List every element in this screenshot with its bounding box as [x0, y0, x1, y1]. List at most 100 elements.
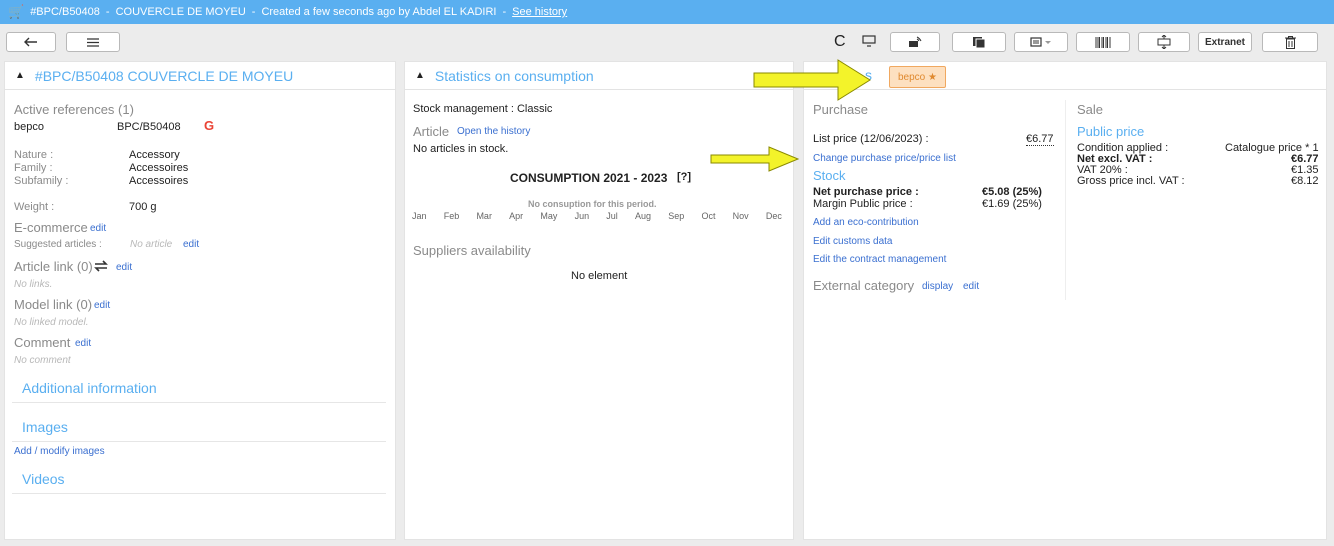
family-value: Accessoires	[129, 162, 189, 174]
list-button[interactable]	[66, 32, 120, 52]
supplier-badge[interactable]: bepco ★	[889, 66, 946, 88]
title-bar: 🛒 #BPC/B50408 - COUVERCLE DE MOYEU - Cre…	[0, 0, 1334, 24]
see-history-link[interactable]: See history	[512, 6, 567, 18]
additional-info-title[interactable]: Additional information	[22, 380, 157, 396]
divider	[12, 441, 386, 442]
back-button[interactable]	[6, 32, 56, 52]
back-arrow-icon	[24, 37, 38, 47]
model-link-edit-link[interactable]: edit	[94, 300, 110, 311]
consumption-title: CONSUMPTION 2021 - 2023	[510, 171, 668, 185]
margin-value: €1.69 (25%)	[982, 198, 1042, 210]
months-axis: Jan Feb Mar Apr May Jun Jul Aug Sep Oct …	[412, 211, 782, 221]
month-label: Oct	[701, 211, 716, 221]
suggested-edit-link[interactable]: edit	[183, 239, 199, 250]
weight-value: 700 g	[129, 201, 157, 213]
stock-title: Stock	[813, 168, 846, 183]
model-link-title: Model link (0)	[14, 297, 93, 312]
family-label: Family :	[14, 162, 53, 174]
article-header[interactable]: ▲ #BPC/B50408 COUVERCLE DE MOYEU	[5, 62, 395, 90]
suggested-value: No article	[130, 239, 173, 250]
monitor-icon[interactable]	[862, 35, 876, 50]
videos-title[interactable]: Videos	[22, 471, 65, 487]
month-label: Dec	[765, 211, 782, 221]
title-ref: #BPC/B50408	[30, 6, 100, 18]
list-icon	[87, 37, 99, 47]
purchase-title: Purchase	[813, 102, 868, 117]
list-price-label: List price (12/06/2023) :	[813, 133, 929, 145]
divider	[12, 402, 386, 403]
weight-label: Weight :	[14, 201, 55, 213]
google-icon[interactable]: G	[204, 118, 214, 133]
ref-supplier: bepco	[14, 121, 44, 133]
month-label: Feb	[443, 211, 460, 221]
margin-label: Margin Public price :	[813, 198, 913, 210]
customs-data-link[interactable]: Edit customs data	[813, 236, 892, 247]
no-comment-text: No comment	[14, 355, 71, 366]
divider	[12, 493, 386, 494]
transfer-icon	[908, 36, 922, 48]
cart-icon: 🛒	[8, 4, 25, 19]
month-label: Mar	[476, 211, 492, 221]
consumption-help[interactable]: [?]	[677, 171, 691, 183]
suggested-label: Suggested articles :	[14, 239, 102, 250]
eco-contribution-link[interactable]: Add an eco-contribution	[813, 217, 919, 228]
month-label: Apr	[509, 211, 524, 221]
refresh-icon[interactable]: C	[834, 33, 846, 51]
barcode-button[interactable]	[1076, 32, 1130, 52]
month-label: Aug	[635, 211, 652, 221]
net-purchase-label: Net purchase price :	[813, 186, 919, 198]
contract-management-link[interactable]: Edit the contract management	[813, 254, 946, 265]
barcode-icon	[1095, 36, 1111, 48]
duplicate-button[interactable]	[952, 32, 1006, 52]
extranet-button[interactable]: Extranet	[1198, 32, 1252, 52]
external-display-link[interactable]: display	[922, 281, 953, 292]
copy-icon	[972, 36, 986, 49]
external-category-title: External category	[813, 278, 915, 293]
month-label: Jul	[606, 211, 618, 221]
net-purchase-value: €5.08 (25%)	[982, 186, 1042, 198]
no-consumption-text: No consuption for this period.	[528, 199, 657, 209]
change-price-link[interactable]: Change purchase price/price list	[813, 153, 956, 164]
statistics-title: Statistics on consumption	[434, 67, 594, 84]
no-model-text: No linked model.	[14, 317, 89, 328]
highlight-arrow-icon	[753, 59, 871, 101]
collapse-triangle-icon[interactable]: ▲	[15, 70, 25, 81]
statistics-header[interactable]: ▲ Statistics on consumption	[405, 62, 793, 90]
pricing-header	[804, 62, 1326, 90]
title-sep: -	[105, 6, 110, 18]
collapse-triangle-icon[interactable]: ▲	[415, 70, 425, 81]
no-articles-text: No articles in stock.	[413, 143, 509, 155]
subfamily-label: Subfamily :	[14, 175, 69, 187]
title-sep: -	[251, 6, 256, 18]
month-label: Sep	[668, 211, 685, 221]
delete-button[interactable]	[1262, 32, 1318, 52]
no-element-text: No element	[571, 270, 628, 282]
ecommerce-edit-link[interactable]: edit	[90, 223, 106, 234]
ref-code: BPC/B50408	[117, 121, 181, 133]
external-edit-link[interactable]: edit	[963, 281, 979, 292]
list-price-value[interactable]: €6.77	[1026, 133, 1054, 146]
transfer-button[interactable]	[890, 32, 940, 52]
open-history-link[interactable]: Open the history	[457, 126, 530, 137]
dimensions-icon	[1157, 35, 1171, 49]
sale-title: Sale	[1077, 102, 1104, 117]
nature-label: Nature :	[14, 149, 54, 161]
month-label: Jun	[574, 211, 590, 221]
trash-icon	[1284, 35, 1296, 49]
month-label: May	[540, 211, 558, 221]
article-link-edit-link[interactable]: edit	[116, 262, 132, 273]
comment-edit-link[interactable]: edit	[75, 338, 91, 349]
gross-price-label: Gross price incl. VAT :	[1077, 175, 1185, 187]
ecommerce-title: E-commerce	[14, 220, 88, 235]
dimensions-button[interactable]	[1138, 32, 1190, 52]
title-name: COUVERCLE DE MOYEU	[115, 6, 246, 18]
add-images-link[interactable]: Add / modify images	[14, 446, 105, 457]
swap-icon[interactable]	[94, 260, 108, 275]
month-label: Jan	[412, 211, 427, 221]
images-title[interactable]: Images	[22, 419, 68, 435]
comment-title: Comment	[14, 335, 71, 350]
article-subtitle: Article	[413, 124, 450, 139]
public-price-title: Public price	[1077, 124, 1145, 139]
print-dropdown-button[interactable]	[1014, 32, 1068, 52]
column-divider	[1065, 100, 1066, 300]
